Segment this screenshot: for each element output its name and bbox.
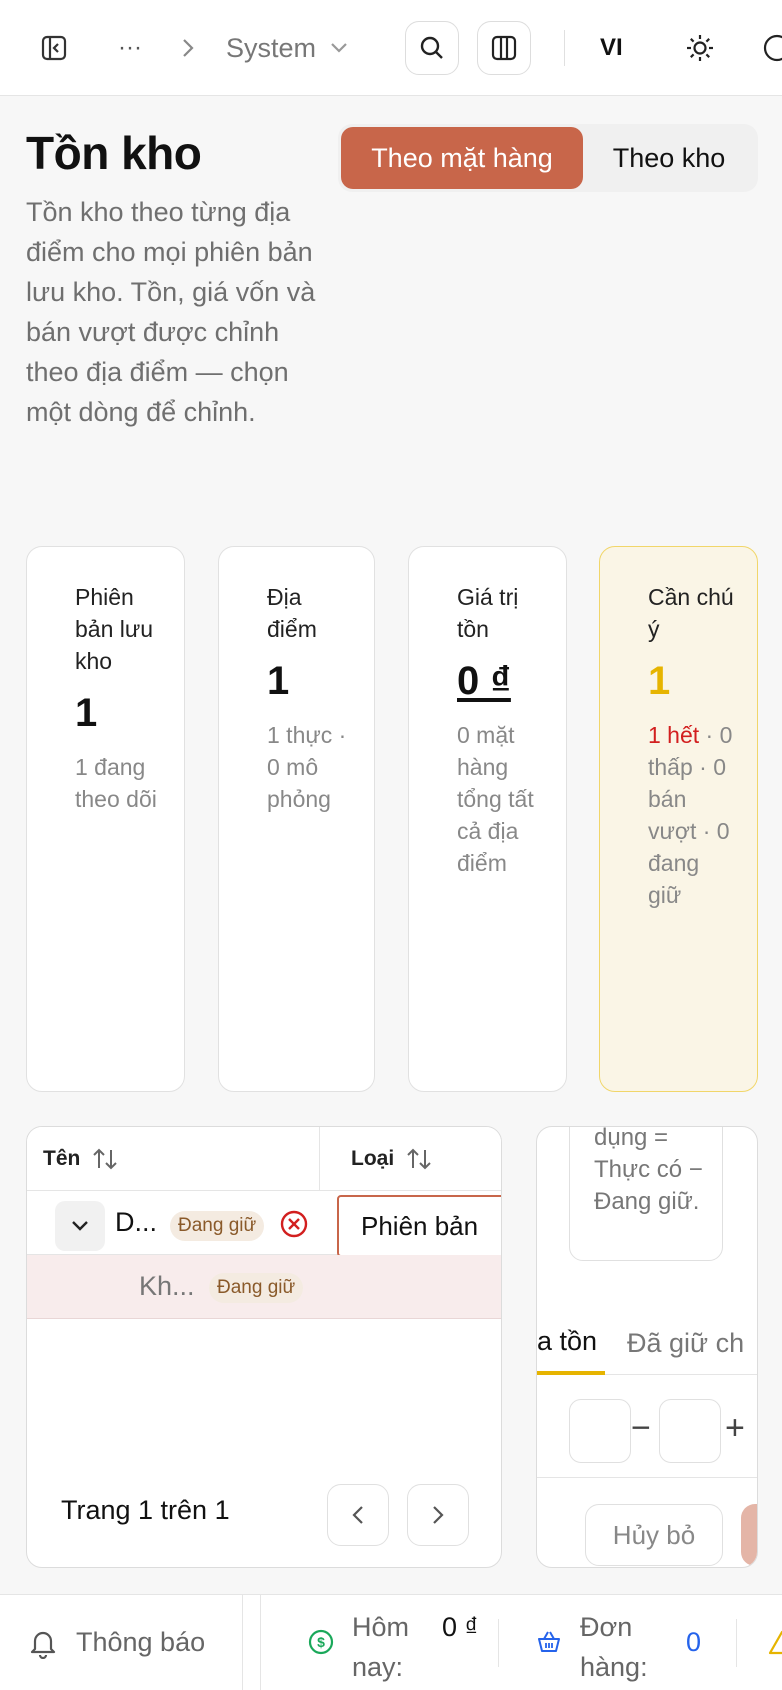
stat-sub: 1 đang theo dõi [75,754,157,812]
available-formula-note: dụng = Thực có − Đang giữ. [569,1127,723,1261]
search-button[interactable] [405,21,459,75]
column-divider [319,1127,320,1191]
basket-icon [536,1629,564,1657]
view-by-item-button[interactable]: Theo mặt hàng [341,127,583,189]
increment-button[interactable]: + [725,1409,745,1448]
column-header-type-label: Loại [351,1147,395,1170]
breadcrumb-current-label: System [226,32,317,63]
next-page-button[interactable] [407,1484,469,1546]
row-name: D... [115,1207,158,1237]
stat-value: 1 [75,691,98,735]
money-icon: $ [308,1629,336,1657]
stat-card-attention: Cần chú ý 1 1 hết · 0 thấp · 0 bán vượt … [599,546,758,1092]
inventory-table: Tên Loại D... Đang giữ Phiên bản Kh... Đ… [26,1126,502,1568]
status-badge: Đang giữ [209,1273,304,1303]
notifications-label[interactable]: Thông báo [76,1627,205,1658]
decrement-button[interactable]: − [631,1409,651,1448]
stat-sub: 1 thực · 0 mô phỏng [267,722,347,812]
stat-sub: 1 hết · 0 thấp · 0 bán vượt · 0 đang giữ [648,719,737,911]
page-title: Tồn kho [26,127,202,179]
cancel-button[interactable]: Hủy bỏ [585,1504,723,1566]
quantity-input-secondary[interactable] [659,1399,721,1463]
topbar-divider [564,30,565,66]
chevron-right-icon [433,1506,444,1524]
pagination-label: Trang 1 trên 1 [61,1495,230,1525]
stat-sub-rest: · 0 thấp · 0 bán vượt · 0 đang giữ [648,722,733,908]
stat-label: Địa điểm [267,584,317,642]
chevron-left-icon [352,1506,363,1524]
detail-tabs: a tồn Đã giữ ch [537,1311,757,1375]
quantity-input[interactable] [569,1399,631,1463]
detail-panel: dụng = Thực có − Đang giữ. a tồn Đã giữ … [536,1126,758,1568]
status-divider [260,1595,261,1690]
search-icon [420,36,443,59]
stat-value-text: 0 ₫ [457,659,511,703]
breadcrumb-current[interactable]: System [226,28,348,68]
orders-label: Đơn hàng: [580,1612,648,1682]
detail-footer: Hủy bỏ [537,1477,757,1567]
breadcrumb-chevron-right-icon [176,30,200,66]
stat-card-stock-value: Giá trị tồn 0 ₫ 0 mặt hàng tổng tất cả đ… [408,546,567,1092]
sort-icon [407,1148,431,1170]
status-badge: Đang giữ [170,1211,265,1241]
stat-value: 1 [648,659,671,703]
column-header-name[interactable]: Tên [43,1127,118,1191]
stat-value: 0 ₫ [457,649,546,713]
column-header-type[interactable]: Loại [351,1127,432,1191]
bottom-status-bar: Thông báo $ Hôm nay: 0 ₫ Đơn hàng: 0 [0,1594,782,1690]
user-avatar-icon[interactable] [762,32,782,64]
today-revenue-label: Hôm nay: [352,1612,410,1682]
stat-sub: 0 mặt hàng tổng tất cả địa điểm [457,722,534,876]
table-row[interactable]: Kh... Đang giữ [27,1255,501,1319]
error-circle-icon [279,1209,309,1239]
table-row[interactable]: D... Đang giữ Phiên bản [27,1191,501,1257]
stat-card-variants: Phiên bản lưu kho 1 1 đang theo dõi [26,546,185,1092]
today-revenue-value: 0 ₫ [442,1612,479,1642]
sun-icon [687,35,713,61]
stat-label: Giá trị tồn [457,584,519,642]
columns-button[interactable] [477,21,531,75]
language-switcher[interactable]: VI [600,30,623,66]
sort-icon [93,1148,118,1170]
stat-label: Phiên bản lưu kho [75,584,154,674]
quantity-stepper: − + [569,1399,757,1463]
chevron-down-icon [72,1221,88,1231]
tab-reserved[interactable]: Đã giữ ch [627,1311,744,1375]
save-button[interactable] [741,1504,757,1566]
status-divider [498,1619,499,1667]
out-of-stock-count: 1 hết [648,722,700,748]
tab-stock[interactable]: a tồn [537,1311,606,1375]
sidebar-toggle-icon[interactable] [36,30,72,66]
column-header-name-label: Tên [43,1147,81,1170]
stat-value: 1 [267,659,290,703]
row-type-select[interactable]: Phiên bản [337,1195,501,1257]
stat-label: Cần chú ý [648,584,734,642]
status-divider [736,1619,737,1667]
breadcrumb-ellipsis[interactable]: ··· [118,30,142,66]
table-header: Tên Loại [27,1127,501,1191]
top-bar: ··· System VI [0,0,782,96]
bell-icon[interactable] [28,1627,60,1660]
chevron-down-icon [331,43,347,53]
stat-card-locations: Địa điểm 1 1 thực · 0 mô phỏng [218,546,375,1092]
row-name: Kh... [139,1271,195,1301]
columns-icon [491,35,517,61]
status-divider [242,1595,243,1690]
view-by-warehouse-button[interactable]: Theo kho [583,127,755,189]
svg-text:$: $ [317,1634,325,1650]
previous-page-button[interactable] [327,1484,389,1546]
expand-row-button[interactable] [55,1201,105,1251]
page-description: Tồn kho theo từng địa điểm cho mọi phiên… [26,197,316,427]
orders-value: 0 [686,1627,702,1657]
view-toggle: Theo mặt hàng Theo kho [338,124,758,192]
theme-toggle[interactable] [682,30,718,66]
warning-icon [768,1629,782,1657]
